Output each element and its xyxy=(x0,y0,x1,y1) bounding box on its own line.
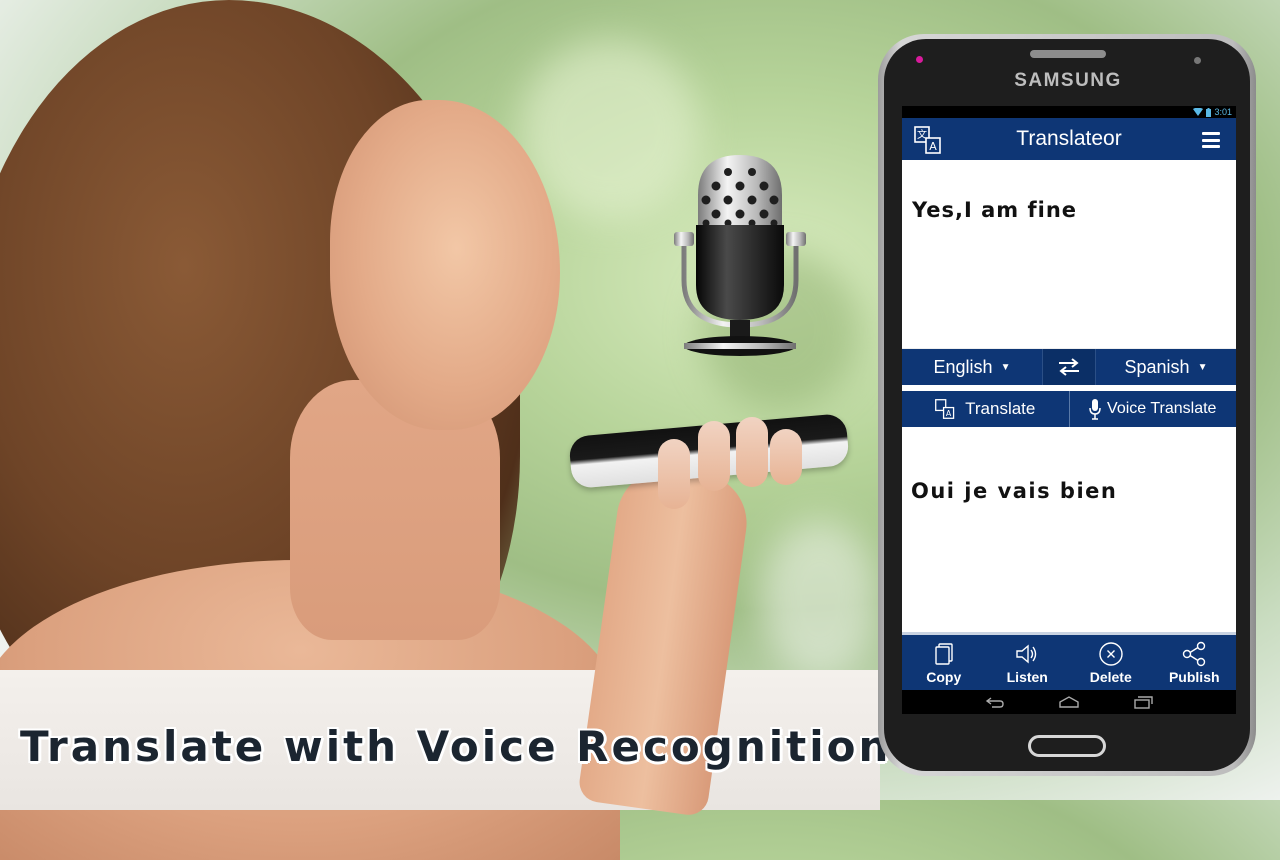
promo-caption: Translate with Voice Recognition xyxy=(20,722,892,771)
share-icon xyxy=(1183,641,1206,666)
chevron-down-icon: ▼ xyxy=(1000,361,1011,373)
app-title: Translateor xyxy=(1016,127,1122,150)
copy-label: Copy xyxy=(926,668,962,685)
battery-icon xyxy=(1206,107,1212,117)
speaker-icon xyxy=(1016,644,1037,663)
notification-led xyxy=(916,56,923,63)
delete-circle-icon xyxy=(1099,641,1123,666)
home-icon[interactable] xyxy=(1058,695,1080,709)
phone-screen: 3:01 文 A Translateor Yes,I am fine Engli… xyxy=(902,106,1236,714)
action-bar: A Translate Voice Translate xyxy=(902,391,1236,427)
menu-icon[interactable] xyxy=(1202,132,1220,148)
target-language-dropdown[interactable]: Spanish ▼ xyxy=(1096,349,1236,385)
hardware-home-button[interactable] xyxy=(1028,735,1106,757)
recents-icon[interactable] xyxy=(1132,695,1154,709)
voice-translate-label: Voice Translate xyxy=(1107,400,1217,417)
source-language-dropdown[interactable]: English ▼ xyxy=(902,349,1042,385)
output-text-area: Oui je vais bien xyxy=(902,427,1236,623)
background-bokeh xyxy=(760,520,880,680)
status-bar: 3:01 xyxy=(902,106,1236,118)
source-language-label: English xyxy=(933,356,993,377)
publish-label: Publish xyxy=(1168,668,1220,685)
listen-button[interactable]: Listen xyxy=(986,635,1070,690)
input-text-area[interactable]: Yes,I am fine xyxy=(902,160,1236,349)
app-bar: 文 A Translateor xyxy=(902,118,1236,160)
chevron-down-icon: ▼ xyxy=(1197,361,1208,373)
publish-button[interactable]: Publish xyxy=(1153,635,1237,690)
bottom-toolbar: Copy Listen Delete Publish xyxy=(902,632,1236,690)
microphone-icon xyxy=(674,155,806,356)
swap-arrows-icon xyxy=(1059,358,1079,376)
front-camera xyxy=(1194,57,1201,64)
back-icon[interactable] xyxy=(984,695,1006,709)
microphone-icon xyxy=(1089,399,1101,420)
status-time: 3:01 xyxy=(1214,107,1232,117)
wifi-icon xyxy=(1193,108,1204,116)
earpiece-speaker xyxy=(1030,50,1106,58)
fingers xyxy=(650,415,802,509)
voice-translate-button[interactable]: Voice Translate xyxy=(1068,391,1237,427)
copy-button[interactable]: Copy xyxy=(902,635,986,690)
listen-label: Listen xyxy=(1006,668,1048,685)
svg-text:A: A xyxy=(946,409,952,418)
android-nav-bar xyxy=(902,690,1236,714)
phone-brand: SAMSUNG xyxy=(1014,70,1122,91)
delete-label: Delete xyxy=(1089,668,1132,685)
translate-button[interactable]: A Translate xyxy=(902,391,1069,427)
input-text[interactable]: Yes,I am fine xyxy=(912,198,1077,222)
delete-button[interactable]: Delete xyxy=(1069,635,1153,690)
copy-icon xyxy=(935,642,953,665)
output-text: Oui je vais bien xyxy=(911,479,1118,503)
swap-languages-button[interactable] xyxy=(1042,349,1096,385)
translate-label: Translate xyxy=(965,399,1036,418)
translate-icon: A xyxy=(935,399,955,419)
target-language-label: Spanish xyxy=(1124,356,1190,377)
language-bar: English ▼ Spanish ▼ xyxy=(902,349,1236,385)
